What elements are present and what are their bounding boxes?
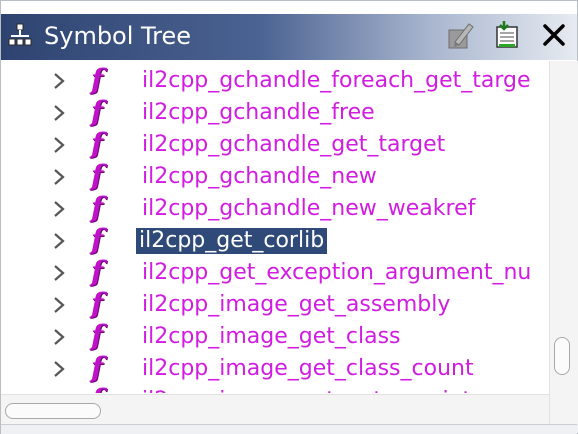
tree-row[interactable]: f il2cpp_gchandle_get_target bbox=[1, 127, 549, 161]
chevron-right-icon[interactable] bbox=[51, 295, 67, 315]
chevron-right-icon[interactable] bbox=[51, 71, 67, 91]
export-button[interactable] bbox=[491, 21, 523, 53]
function-icon: f bbox=[91, 127, 104, 160]
edit-icon bbox=[445, 20, 475, 54]
tree-row[interactable]: f il2cpp_gchandle_free bbox=[1, 95, 549, 129]
chevron-right-icon[interactable] bbox=[51, 167, 67, 187]
symbol-tree[interactable]: f il2cpp_gchandle_foreach_get_targe f il… bbox=[1, 61, 549, 393]
tree-row[interactable]: f il2cpp_image_get_class_count bbox=[1, 351, 549, 385]
tree-row[interactable]: f il2cpp_image_get_class bbox=[1, 319, 549, 353]
tree-row[interactable]: f il2cpp_gchandle_new bbox=[1, 159, 549, 193]
function-label[interactable]: il2cpp_gchandle_new_weakref bbox=[139, 196, 478, 222]
chevron-right-icon[interactable] bbox=[51, 391, 67, 393]
vertical-scroll-thumb[interactable] bbox=[554, 337, 570, 375]
tree-row[interactable]: f il2cpp_gchandle_new_weakref bbox=[1, 191, 549, 225]
function-icon: f bbox=[91, 255, 104, 288]
function-icon: f bbox=[91, 159, 104, 192]
symbol-tree-window: Symbol Tree f il2cpp_gchandle_foreach_ge… bbox=[0, 0, 578, 434]
function-label-selected[interactable]: il2cpp_get_corlib bbox=[136, 228, 328, 254]
function-icon: f bbox=[91, 63, 104, 96]
horizontal-scroll-thumb[interactable] bbox=[5, 403, 101, 419]
chevron-right-icon[interactable] bbox=[51, 359, 67, 379]
function-label[interactable]: il2cpp_image_get_class bbox=[139, 324, 404, 350]
function-label[interactable]: il2cpp_gchandle_get_target bbox=[139, 132, 448, 158]
window-title: Symbol Tree bbox=[44, 22, 192, 50]
window-bottom-edge bbox=[1, 424, 577, 434]
function-label[interactable]: il2cpp_get_exception_argument_nu bbox=[139, 260, 534, 286]
function-label[interactable]: il2cpp_image_get_entry_point bbox=[139, 388, 474, 393]
function-icon: f bbox=[91, 223, 104, 256]
horizontal-scrollbar[interactable] bbox=[1, 394, 549, 425]
function-icon: f bbox=[91, 191, 104, 224]
function-label[interactable]: il2cpp_gchandle_foreach_get_targe bbox=[139, 68, 534, 94]
function-icon: f bbox=[91, 384, 111, 394]
function-icon: f bbox=[91, 351, 104, 384]
function-label[interactable]: il2cpp_gchandle_free bbox=[139, 100, 378, 126]
close-icon bbox=[541, 22, 567, 52]
vertical-scrollbar[interactable] bbox=[549, 61, 578, 433]
function-label[interactable]: il2cpp_image_get_class_count bbox=[139, 356, 477, 382]
function-icon: f bbox=[91, 95, 104, 128]
function-icon: f bbox=[91, 287, 104, 320]
chevron-right-icon[interactable] bbox=[51, 263, 67, 283]
function-label[interactable]: il2cpp_gchandle_new bbox=[139, 164, 380, 190]
chevron-right-icon[interactable] bbox=[51, 103, 67, 123]
export-icon bbox=[492, 20, 522, 54]
tree-row[interactable]: f il2cpp_image_get_assembly bbox=[1, 287, 549, 321]
chevron-right-icon[interactable] bbox=[51, 135, 67, 155]
title-bar: Symbol Tree bbox=[1, 14, 577, 60]
tree-row[interactable]: f il2cpp_gchandle_foreach_get_targe bbox=[1, 63, 549, 97]
chevron-right-icon[interactable] bbox=[51, 199, 67, 219]
tree-row[interactable]: f il2cpp_image_get_entry_point bbox=[1, 384, 549, 394]
chevron-right-icon[interactable] bbox=[51, 231, 67, 251]
chevron-right-icon[interactable] bbox=[51, 327, 67, 347]
edit-button[interactable] bbox=[444, 21, 476, 53]
symbol-tree-icon bbox=[8, 23, 32, 49]
function-icon: f bbox=[91, 319, 104, 352]
close-button[interactable] bbox=[538, 21, 570, 53]
tree-row-selected[interactable]: f il2cpp_get_corlib bbox=[1, 223, 549, 257]
tree-row[interactable]: f il2cpp_get_exception_argument_nu bbox=[1, 255, 549, 289]
function-label[interactable]: il2cpp_image_get_assembly bbox=[139, 292, 453, 318]
